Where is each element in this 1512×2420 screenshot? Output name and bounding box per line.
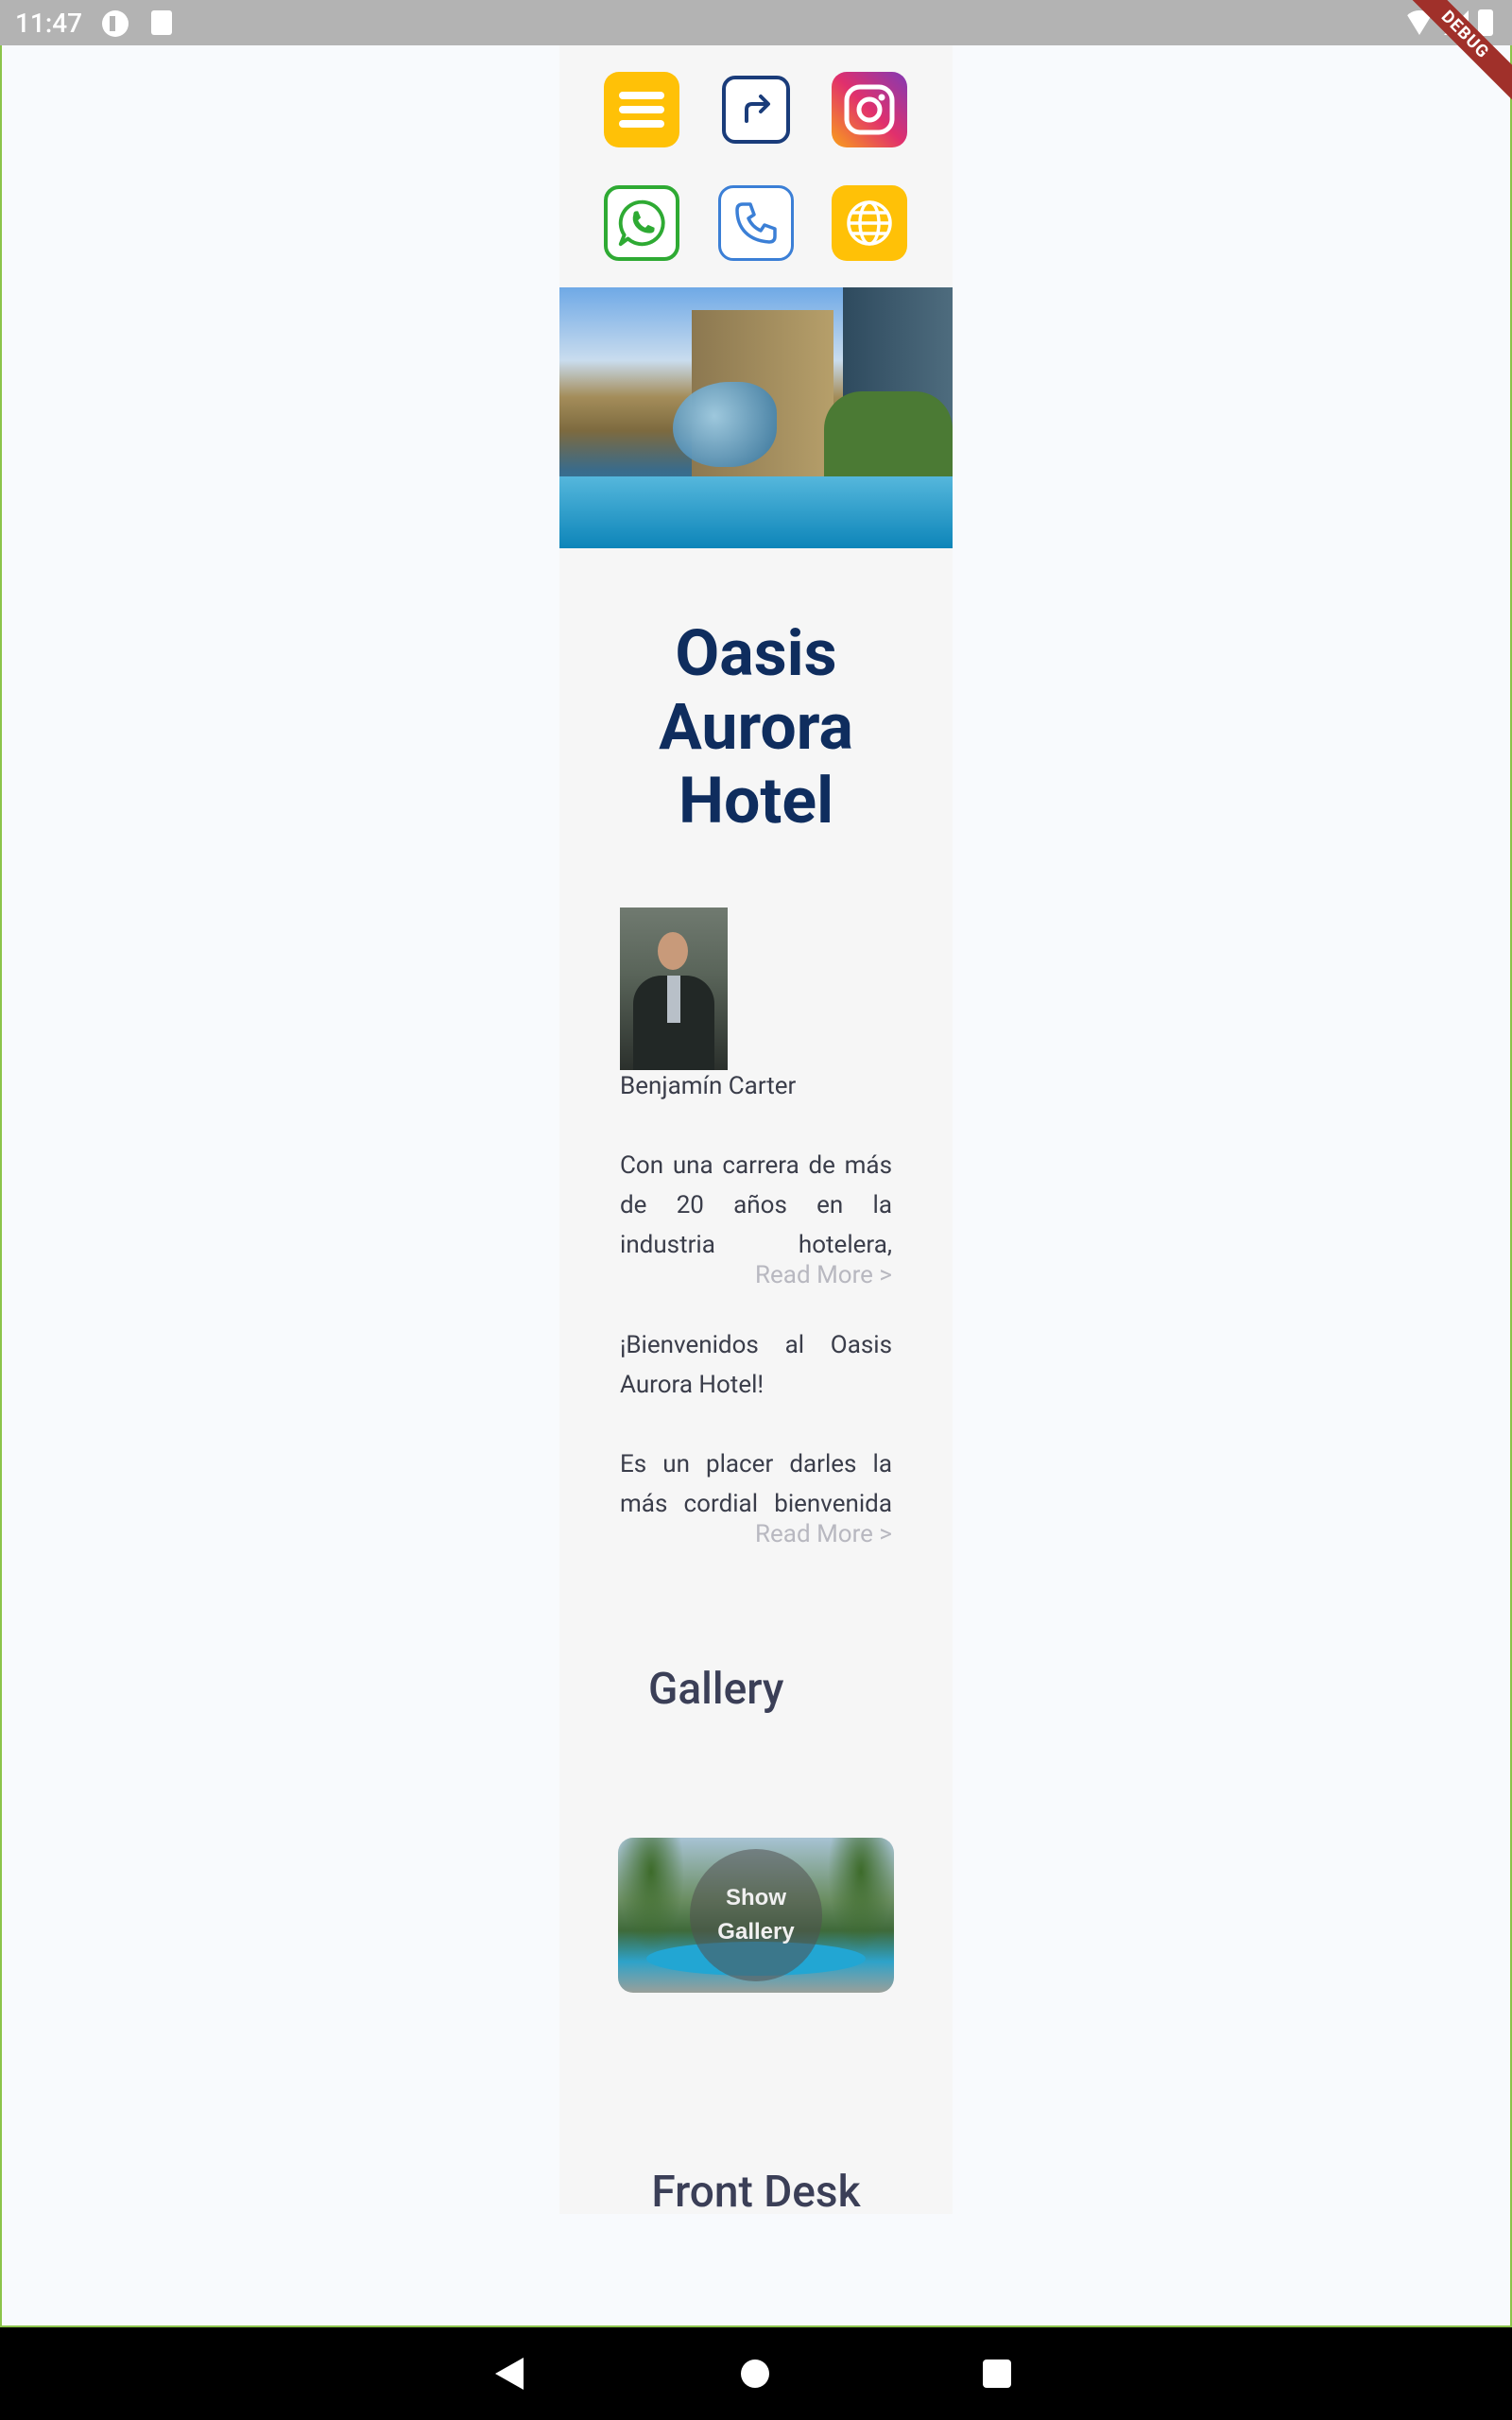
- menu-button[interactable]: [604, 72, 679, 147]
- manager-bio-text: Con una carrera de más de 20 años en la …: [620, 1151, 892, 1259]
- instagram-icon: [844, 84, 895, 135]
- manager-photo: [620, 908, 728, 1070]
- manager-name: Benjamín Carter: [620, 1072, 797, 1100]
- website-button[interactable]: [832, 185, 907, 261]
- phone-button[interactable]: [718, 185, 794, 261]
- share-arrow-icon: [745, 95, 770, 123]
- hotel-title-line-3: Hotel: [678, 763, 834, 838]
- status-time: 11:47: [15, 8, 83, 39]
- system-nav-bar: [0, 2327, 1512, 2420]
- globe-icon: [847, 200, 892, 246]
- whatsapp-button[interactable]: [604, 185, 679, 261]
- phone-icon: [735, 202, 777, 244]
- gallery-card[interactable]: Show Gallery: [618, 1838, 894, 1993]
- front-desk-title: Front Desk: [651, 2167, 861, 2214]
- gallery-title: Gallery: [648, 1664, 784, 1715]
- hotel-title: Oasis Aurora Hotel: [559, 616, 953, 838]
- show-gallery-button[interactable]: Show Gallery: [690, 1849, 822, 1981]
- welcome-heading: ¡Bienvenidos al Oasis Aurora Hotel!: [620, 1331, 892, 1399]
- read-more-link-welcome[interactable]: Read More >: [755, 1520, 892, 1548]
- menu-icon: [619, 92, 664, 128]
- sd-card-icon: [151, 10, 172, 35]
- hotel-title-line-1: Oasis: [675, 615, 837, 691]
- share-button[interactable]: [722, 76, 790, 144]
- instagram-button[interactable]: [832, 72, 907, 147]
- home-icon[interactable]: [741, 2360, 769, 2388]
- read-more-link-bio[interactable]: Read More >: [755, 1261, 892, 1289]
- show-gallery-label: Show Gallery: [717, 1885, 795, 1945]
- hotel-title-line-2: Aurora: [659, 689, 853, 765]
- whatsapp-icon: [618, 199, 665, 247]
- battery-icon: [1478, 9, 1493, 36]
- back-icon[interactable]: [495, 2358, 524, 2390]
- hotel-hero-image: [559, 287, 953, 548]
- status-bar: 11:47 DEBUG: [0, 0, 1512, 111]
- welcome-text: Es un placer darles la más cordial bienv…: [620, 1450, 892, 1518]
- notification-icon: [102, 10, 129, 37]
- content-column[interactable]: Oasis Aurora Hotel Benjamín Carter Con u…: [559, 45, 953, 2214]
- recent-apps-icon[interactable]: [983, 2360, 1011, 2388]
